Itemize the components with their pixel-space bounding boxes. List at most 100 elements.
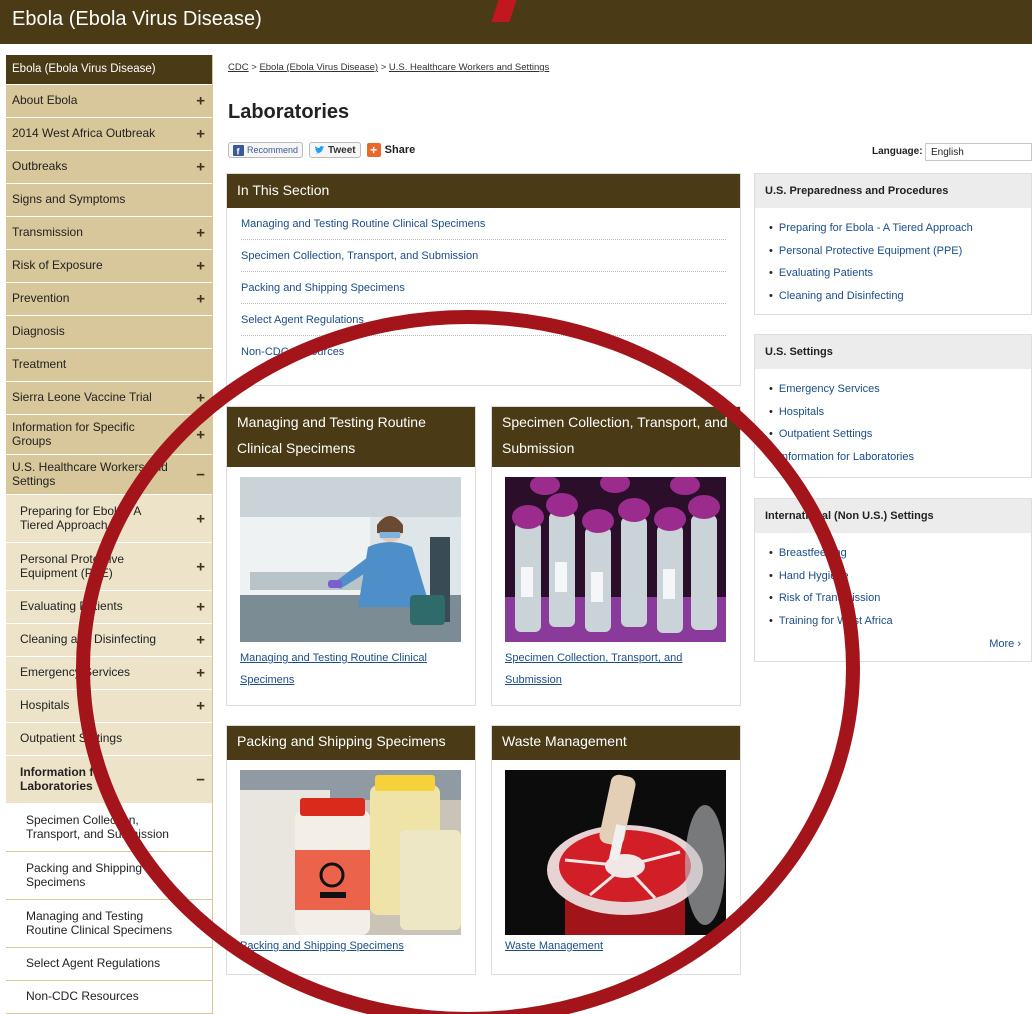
sidebar-item-label: Diagnosis	[12, 324, 65, 339]
sidebar-item-managing-testing[interactable]: Managing and Testing Routine Clinical Sp…	[6, 900, 212, 948]
sidebar-item-label: Outbreaks	[12, 159, 68, 174]
expand-icon[interactable]: +	[196, 558, 205, 575]
waste-management-photo[interactable]	[505, 770, 726, 935]
expand-icon[interactable]: +	[196, 598, 205, 615]
expand-icon[interactable]: +	[196, 224, 205, 241]
sidebar-nav: Ebola (Ebola Virus Disease) About Ebola +…	[6, 55, 213, 1014]
sidebar-item-evaluating-patients[interactable]: Evaluating Patients +	[6, 591, 212, 624]
preparedness-link[interactable]: Evaluating Patients	[769, 262, 1031, 285]
preparedness-link[interactable]: Personal Protective Equipment (PPE)	[769, 240, 1031, 263]
card-caption-link[interactable]: Specimen Collection, Transport, and Subm…	[505, 647, 727, 691]
card-title[interactable]: Specimen Collection, Transport, and Subm…	[492, 407, 740, 467]
site-title[interactable]: Ebola (Ebola Virus Disease)	[12, 8, 262, 31]
sidebar-item-prevention[interactable]: Prevention +	[6, 283, 212, 316]
expand-icon[interactable]: +	[196, 257, 205, 274]
sidebar-item-about-ebola[interactable]: About Ebola +	[6, 85, 212, 118]
international-link[interactable]: Risk of Transmission	[769, 587, 1031, 610]
sidebar-item-vaccine-trial[interactable]: Sierra Leone Vaccine Trial +	[6, 382, 212, 415]
section-link[interactable]: Packing and Shipping Specimens	[241, 272, 726, 304]
section-link[interactable]: Select Agent Regulations	[241, 304, 726, 336]
expand-icon[interactable]: +	[196, 125, 205, 142]
language-select[interactable]: English	[925, 143, 1032, 161]
expand-icon[interactable]: +	[196, 510, 205, 527]
sidebar-item-emergency[interactable]: Emergency Services +	[6, 657, 212, 690]
facebook-icon: f	[233, 144, 244, 156]
expand-icon[interactable]: +	[196, 697, 205, 714]
expand-icon[interactable]: +	[196, 92, 205, 109]
international-link[interactable]: Breastfeeding	[769, 542, 1031, 565]
sidebar-item-signs-symptoms[interactable]: Signs and Symptoms	[6, 184, 212, 217]
sidebar-item-outbreaks[interactable]: Outbreaks +	[6, 151, 212, 184]
sidebar-item-ppe[interactable]: Personal Protective Equipment (PPE) +	[6, 543, 212, 591]
card-title[interactable]: Waste Management	[492, 726, 740, 760]
sidebar-item-diagnosis[interactable]: Diagnosis	[6, 316, 212, 349]
expand-icon[interactable]: +	[196, 158, 205, 175]
settings-link[interactable]: Information for Laboratories	[769, 446, 1031, 469]
expand-icon[interactable]: +	[196, 389, 205, 406]
card-caption-link[interactable]: Managing and Testing Routine Clinical Sp…	[240, 647, 462, 691]
share-bar: f Recommend Tweet + Share	[228, 142, 415, 158]
sidebar-item-label: Evaluating Patients	[20, 599, 123, 614]
card-title[interactable]: Managing and Testing Routine Clinical Sp…	[227, 407, 475, 467]
sidebar-item-label: Managing and Testing Routine Clinical Sp…	[26, 908, 173, 937]
us-preparedness-box: U.S. Preparedness and Procedures Prepari…	[754, 173, 1032, 315]
facebook-recommend-button[interactable]: f Recommend	[228, 142, 304, 158]
sidebar-item-outpatient[interactable]: Outpatient Settings	[6, 723, 212, 756]
specimen-tubes-image	[505, 477, 726, 642]
breadcrumb-link-us-healthcare[interactable]: U.S. Healthcare Workers and Settings	[389, 62, 549, 73]
collapse-icon[interactable]: −	[196, 771, 205, 788]
settings-link[interactable]: Outpatient Settings	[769, 423, 1031, 446]
expand-icon[interactable]: +	[196, 664, 205, 681]
more-link[interactable]: More ›	[755, 638, 1031, 658]
sidebar-item-label: Packing and Shipping Specimens	[26, 860, 143, 889]
international-link[interactable]: Hand Hygiene	[769, 565, 1031, 588]
sidebar-item-us-healthcare[interactable]: U.S. Healthcare Workers and Settings −	[6, 455, 212, 495]
specimen-tubes-photo[interactable]	[505, 477, 726, 642]
expand-icon[interactable]: +	[196, 290, 205, 307]
packing-shipping-photo[interactable]	[240, 770, 461, 935]
section-link[interactable]: Managing and Testing Routine Clinical Sp…	[241, 208, 726, 240]
card-caption-link[interactable]: Packing and Shipping Specimens	[240, 935, 462, 957]
sidebar-item-ebola-home[interactable]: Ebola (Ebola Virus Disease)	[6, 55, 212, 85]
sidebar-item-transmission[interactable]: Transmission +	[6, 217, 212, 250]
sidebar-item-packing-shipping[interactable]: Packing and Shipping Specimens	[6, 852, 212, 900]
sidebar-item-cleaning[interactable]: Cleaning and Disinfecting +	[6, 624, 212, 657]
breadcrumb-separator: >	[380, 62, 387, 73]
sidebar-item-label: Risk of Exposure	[12, 258, 103, 273]
sidebar-item-label: Hospitals	[20, 698, 70, 713]
settings-link[interactable]: Hospitals	[769, 401, 1031, 424]
biohazard-containers-image	[240, 770, 461, 935]
card-caption-link[interactable]: Waste Management	[505, 935, 727, 957]
sidebar-item-2014-outbreak[interactable]: 2014 West Africa Outbreak +	[6, 118, 212, 151]
lab-technician-photo[interactable]	[240, 477, 461, 642]
share-button[interactable]: + Share	[366, 143, 416, 157]
sidebar-item-label: 2014 West Africa Outbreak	[12, 126, 156, 141]
sidebar-item-treatment[interactable]: Treatment	[6, 349, 212, 382]
share-label: Share	[384, 144, 416, 156]
sidebar-item-info-laboratories[interactable]: Information for Laboratories −	[6, 756, 212, 804]
plus-icon: +	[366, 143, 381, 157]
preparedness-link[interactable]: Preparing for Ebola - A Tiered Approach	[769, 217, 1031, 240]
international-settings-box: International (Non U.S.) Settings Breast…	[754, 498, 1032, 662]
sidebar-item-risk-exposure[interactable]: Risk of Exposure +	[6, 250, 212, 283]
sidebar-item-hospitals[interactable]: Hospitals +	[6, 690, 212, 723]
sidebar-item-select-agent[interactable]: Select Agent Regulations	[6, 948, 212, 981]
collapse-icon[interactable]: −	[196, 466, 205, 483]
settings-link[interactable]: Emergency Services	[769, 378, 1031, 401]
section-link[interactable]: Non-CDC Resources	[241, 336, 726, 368]
section-link[interactable]: Specimen Collection, Transport, and Subm…	[241, 240, 726, 272]
sidebar-item-non-cdc[interactable]: Non-CDC Resources	[6, 981, 212, 1014]
sidebar-item-tiered-approach[interactable]: Preparing for Ebola - A Tiered Approach +	[6, 495, 212, 543]
card-title[interactable]: Packing and Shipping Specimens	[227, 726, 475, 760]
expand-icon[interactable]: +	[196, 631, 205, 648]
preparedness-link[interactable]: Cleaning and Disinfecting	[769, 285, 1031, 308]
us-settings-box: U.S. Settings Emergency Services Hospita…	[754, 334, 1032, 478]
international-link[interactable]: Training for West Africa	[769, 610, 1031, 633]
breadcrumb-link-ebola[interactable]: Ebola (Ebola Virus Disease)	[259, 62, 378, 73]
sidebar-item-specific-groups[interactable]: Information for Specific Groups +	[6, 415, 212, 455]
page-title: Laboratories	[228, 101, 350, 123]
breadcrumb-link-cdc[interactable]: CDC	[228, 62, 249, 73]
expand-icon[interactable]: +	[196, 426, 205, 443]
sidebar-item-specimen-collection[interactable]: Specimen Collection, Transport, and Subm…	[6, 804, 212, 852]
tweet-button[interactable]: Tweet	[309, 142, 361, 158]
